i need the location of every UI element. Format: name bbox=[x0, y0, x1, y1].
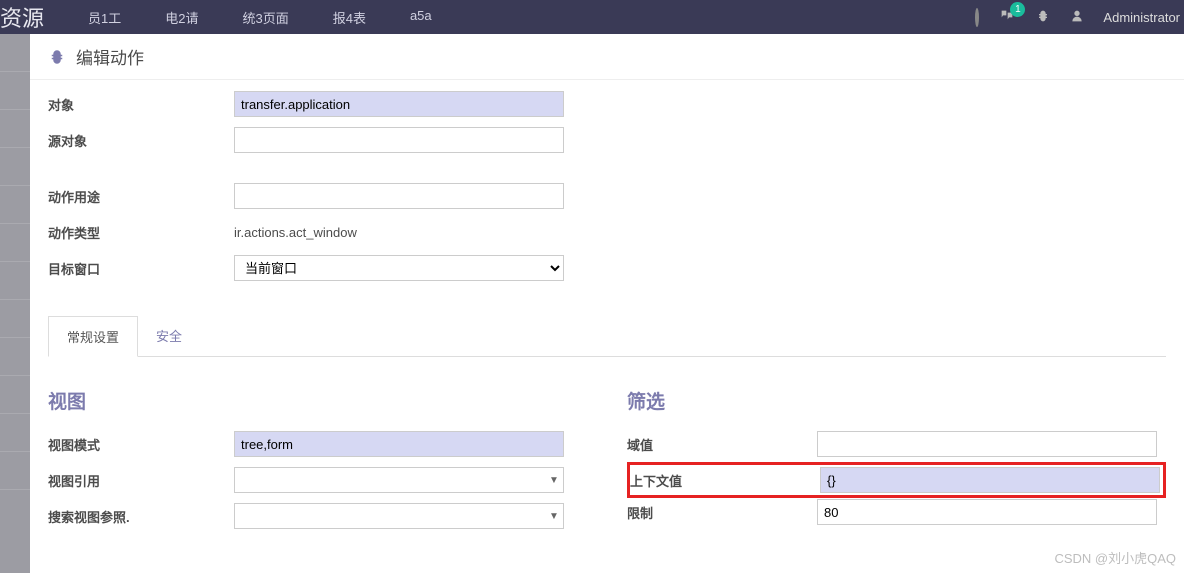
input-object[interactable] bbox=[234, 91, 564, 117]
dialog: 编辑动作 对象 源对象 动作用途 动作类型 ir.actions.act_win… bbox=[30, 34, 1184, 573]
chevron-down-icon: ▼ bbox=[545, 511, 563, 522]
dialog-title: 编辑动作 bbox=[76, 44, 144, 69]
label-usage: 动作用途 bbox=[48, 187, 234, 206]
topbar: 资源 员1工 电2请 统3页面 报4表 a5a 1 Administrator bbox=[0, 0, 1184, 34]
section-title-filter: 筛选 bbox=[627, 387, 1166, 414]
label-view-mode: 视图模式 bbox=[48, 435, 234, 454]
crumb-5[interactable]: a5a bbox=[396, 8, 446, 27]
select-view-ref[interactable]: ▼ bbox=[234, 467, 564, 493]
label-object: 对象 bbox=[48, 95, 234, 114]
input-usage[interactable] bbox=[234, 183, 564, 209]
label-context: 上下文值 bbox=[630, 471, 820, 490]
label-search-ref: 搜索视图参照. bbox=[48, 507, 234, 526]
col-filter: 筛选 域值 上下文值 限制 bbox=[627, 387, 1166, 536]
breadcrumb: 员1工 电2请 统3页面 报4表 a5a bbox=[74, 8, 446, 27]
section-title-view: 视图 bbox=[48, 387, 587, 414]
brand-text: 资源 bbox=[0, 1, 62, 33]
col-view: 视图 视图模式 视图引用 ▼ 搜索视图参照. ▼ bbox=[48, 387, 587, 536]
label-limit: 限制 bbox=[627, 503, 817, 522]
bug-icon[interactable] bbox=[1035, 8, 1051, 27]
input-domain[interactable] bbox=[817, 431, 1157, 457]
input-context[interactable] bbox=[820, 467, 1160, 493]
crumb-4[interactable]: 报4表 bbox=[319, 8, 380, 27]
label-domain: 域值 bbox=[627, 435, 817, 454]
highlight-context-row: 上下文值 bbox=[627, 462, 1166, 498]
crumb-2[interactable]: 电2请 bbox=[151, 8, 212, 27]
crumb-1[interactable]: 员1工 bbox=[74, 8, 135, 27]
tab-security[interactable]: 安全 bbox=[138, 316, 200, 356]
chevron-down-icon: ▼ bbox=[545, 475, 563, 486]
input-view-mode[interactable] bbox=[234, 431, 564, 457]
label-view-ref: 视图引用 bbox=[48, 471, 234, 490]
label-target: 目标窗口 bbox=[48, 259, 234, 278]
user-icon bbox=[1069, 8, 1085, 27]
chat-icon[interactable]: 1 bbox=[997, 8, 1017, 27]
chat-badge: 1 bbox=[1010, 2, 1025, 17]
value-type: ir.actions.act_window bbox=[234, 225, 357, 240]
tab-general[interactable]: 常规设置 bbox=[48, 316, 138, 357]
label-type: 动作类型 bbox=[48, 223, 234, 242]
tabs: 常规设置 安全 bbox=[48, 316, 1166, 357]
bug-icon bbox=[48, 48, 66, 66]
admin-name[interactable]: Administrator bbox=[1103, 10, 1180, 25]
select-target[interactable]: 当前窗口 bbox=[234, 255, 564, 281]
input-src-object[interactable] bbox=[234, 127, 564, 153]
topbar-right: 1 Administrator bbox=[975, 0, 1180, 34]
clock-icon[interactable] bbox=[975, 10, 979, 25]
dialog-header: 编辑动作 bbox=[30, 34, 1184, 80]
crumb-3[interactable]: 统3页面 bbox=[228, 8, 302, 27]
input-limit[interactable] bbox=[817, 499, 1157, 525]
label-src-object: 源对象 bbox=[48, 131, 234, 150]
left-strip bbox=[0, 34, 30, 573]
select-search-ref[interactable]: ▼ bbox=[234, 503, 564, 529]
